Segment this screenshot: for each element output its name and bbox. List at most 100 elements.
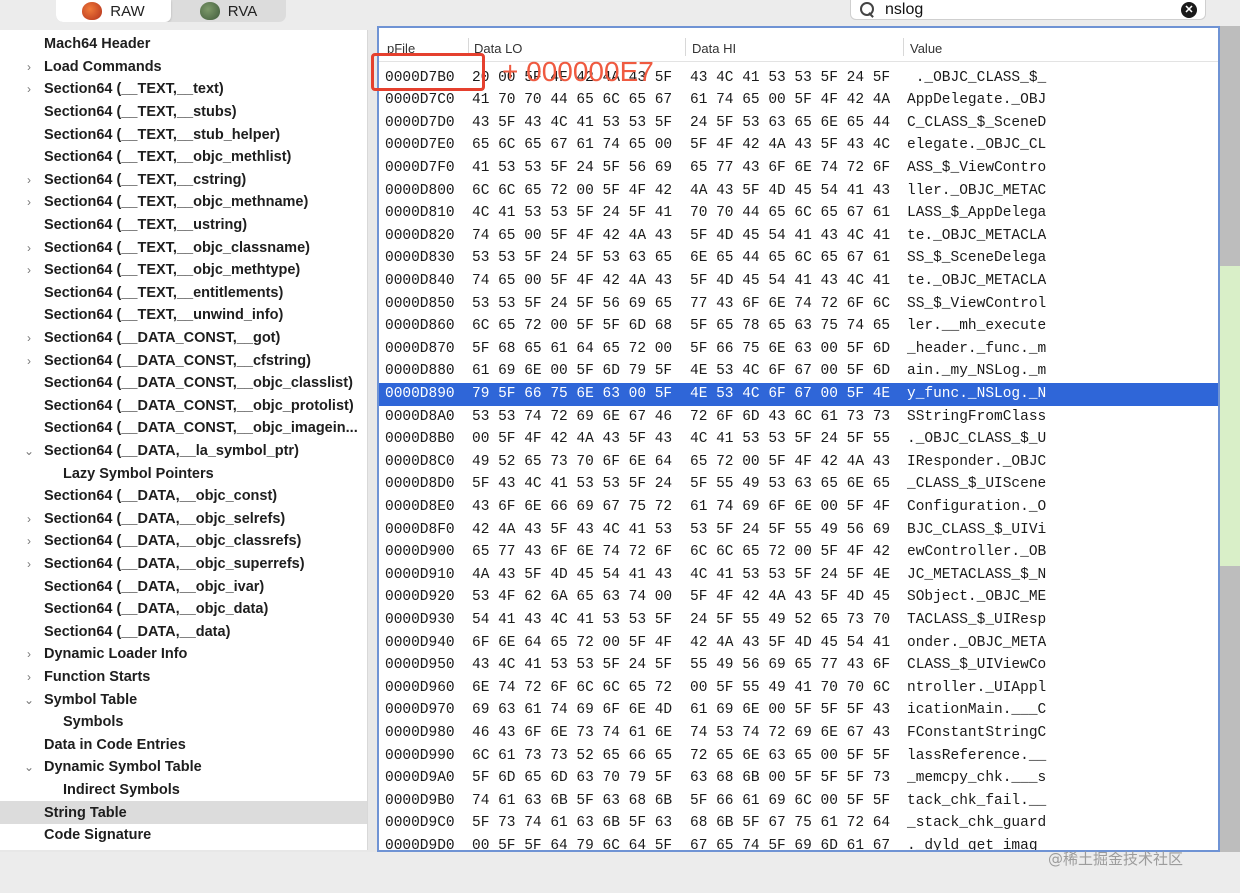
- sidebar-item[interactable]: Section64 (__DATA,__objc_const): [0, 485, 367, 508]
- sidebar-item[interactable]: String Table: [0, 801, 367, 824]
- sidebar-item[interactable]: Section64 (__TEXT,__stubs): [0, 101, 367, 124]
- search-field[interactable]: ✕: [850, 0, 1206, 20]
- table-row[interactable]: 0000D7C0 41 70 70 44 65 6C 65 67 61 74 65 …: [379, 89, 1218, 112]
- table-row[interactable]: 0000D8E0 43 6F 6E 66 69 67 75 72 61 74 69 …: [379, 496, 1218, 519]
- table-row[interactable]: 0000D810 4C 41 53 53 5F 24 5F 41 70 70 44 …: [379, 202, 1218, 225]
- chevron-right-icon[interactable]: ›: [24, 534, 34, 548]
- sidebar-item[interactable]: Lazy Symbol Pointers: [0, 462, 367, 485]
- chevron-right-icon[interactable]: ›: [24, 354, 34, 368]
- sidebar-item[interactable]: Mach64 Header: [0, 33, 367, 56]
- chevron-right-icon[interactable]: ›: [24, 647, 34, 661]
- sidebar-item[interactable]: Data in Code Entries: [0, 734, 367, 757]
- chevron-right-icon[interactable]: ›: [24, 60, 34, 74]
- sidebar-item[interactable]: › Function Starts: [0, 666, 367, 689]
- column-header-value[interactable]: Value: [910, 41, 942, 56]
- sidebar-item[interactable]: › Section64 (__TEXT,__objc_methtype): [0, 259, 367, 282]
- chevron-down-icon[interactable]: ⌄: [24, 693, 34, 707]
- sidebar-item[interactable]: › Section64 (__TEXT,__objc_classname): [0, 236, 367, 259]
- sidebar-item[interactable]: ⌄ Section64 (__DATA,__la_symbol_ptr): [0, 440, 367, 463]
- value-cell: ._OBJC_CLASS_$_U: [907, 431, 1047, 448]
- table-row[interactable]: 0000D800 6C 6C 65 72 00 5F 4F 42 4A 43 5F …: [379, 180, 1218, 203]
- sidebar-item[interactable]: ⌄ Symbol Table: [0, 688, 367, 711]
- chevron-right-icon[interactable]: ›: [24, 263, 34, 277]
- table-row[interactable]: 0000D900 65 77 43 6F 6E 74 72 6F 6C 6C 65 …: [379, 541, 1218, 564]
- table-row[interactable]: 0000D930 54 41 43 4C 41 53 53 5F 24 5F 55 …: [379, 609, 1218, 632]
- sidebar-item[interactable]: Section64 (__DATA,__objc_ivar): [0, 575, 367, 598]
- sidebar-item[interactable]: Section64 (__TEXT,__ustring): [0, 214, 367, 237]
- chevron-right-icon[interactable]: ›: [24, 173, 34, 187]
- hex-table-panel[interactable]: pFile Data LO Data HI Value 0000D7B0 20 0…: [377, 26, 1220, 852]
- column-header-data-hi[interactable]: Data HI: [692, 41, 736, 56]
- sidebar-item[interactable]: › Dynamic Loader Info: [0, 643, 367, 666]
- sidebar-item[interactable]: Section64 (__TEXT,__objc_methlist): [0, 146, 367, 169]
- table-row[interactable]: 0000D860 6C 65 72 00 5F 5F 6D 68 5F 65 78 …: [379, 315, 1218, 338]
- sidebar-item[interactable]: Indirect Symbols: [0, 779, 367, 802]
- chevron-down-icon[interactable]: ⌄: [24, 760, 34, 774]
- table-row[interactable]: 0000D950 43 4C 41 53 53 5F 24 5F 55 49 56 …: [379, 654, 1218, 677]
- chevron-right-icon[interactable]: ›: [24, 512, 34, 526]
- chevron-right-icon[interactable]: ›: [24, 82, 34, 96]
- table-row[interactable]: 0000D9C0 5F 73 74 61 63 6B 5F 63 68 6B 5F …: [379, 812, 1218, 835]
- table-row[interactable]: 0000D970 69 63 61 74 69 6F 6E 4D 61 69 6E …: [379, 699, 1218, 722]
- sidebar-item[interactable]: Section64 (__TEXT,__entitlements): [0, 282, 367, 305]
- table-row[interactable]: 0000D8C0 49 52 65 73 70 6F 6E 64 65 72 00 …: [379, 451, 1218, 474]
- sidebar-item[interactable]: › Section64 (__DATA,__objc_superrefs): [0, 553, 367, 576]
- sidebar-item[interactable]: Code Signature: [0, 824, 367, 847]
- table-row[interactable]: 0000D960 6E 74 72 6F 6C 6C 65 72 00 5F 55 …: [379, 677, 1218, 700]
- sidebar-item[interactable]: › Load Commands: [0, 56, 367, 79]
- raw-tab[interactable]: RAW: [56, 0, 171, 22]
- sidebar-item[interactable]: Section64 (__TEXT,__unwind_info): [0, 304, 367, 327]
- table-row[interactable]: 0000D7E0 65 6C 65 67 61 74 65 00 5F 4F 42 …: [379, 134, 1218, 157]
- table-row[interactable]: 0000D850 53 53 5F 24 5F 56 69 65 77 43 6F …: [379, 293, 1218, 316]
- sidebar-item[interactable]: Section64 (__DATA,__data): [0, 621, 367, 644]
- table-row[interactable]: 0000D9A0 5F 6D 65 6D 63 70 79 5F 63 68 6B …: [379, 767, 1218, 790]
- chevron-right-icon[interactable]: ›: [24, 331, 34, 345]
- sidebar-item[interactable]: › Section64 (__TEXT,__text): [0, 78, 367, 101]
- table-row[interactable]: 0000D840 74 65 00 5F 4F 42 4A 43 5F 4D 45 …: [379, 270, 1218, 293]
- table-row[interactable]: 0000D910 4A 43 5F 4D 45 54 41 43 4C 41 53 …: [379, 564, 1218, 587]
- data-hi-cell: 24 5F 53 63 65 6E 65 44: [690, 114, 891, 131]
- table-row[interactable]: 0000D8B0 00 5F 4F 42 4A 43 5F 43 4C 41 53 …: [379, 428, 1218, 451]
- table-row[interactable]: 0000D8F0 42 4A 43 5F 43 4C 41 53 53 5F 24 …: [379, 519, 1218, 542]
- table-row[interactable]: 0000D9B0 74 61 63 6B 5F 63 68 6B 5F 66 61 …: [379, 790, 1218, 813]
- chevron-down-icon[interactable]: ⌄: [24, 444, 34, 458]
- sidebar-item[interactable]: ⌄ Dynamic Symbol Table: [0, 756, 367, 779]
- sidebar-item-label: Section64 (__DATA,__objc_classrefs): [44, 533, 302, 550]
- sidebar-item[interactable]: › Section64 (__DATA,__objc_classrefs): [0, 530, 367, 553]
- sidebar-item[interactable]: › Section64 (__TEXT,__objc_methname): [0, 191, 367, 214]
- sidebar-item[interactable]: Section64 (__DATA_CONST,__objc_imagein..…: [0, 417, 367, 440]
- table-row[interactable]: 0000D7D0 43 5F 43 4C 41 53 53 5F 24 5F 53 …: [379, 112, 1218, 135]
- chevron-right-icon[interactable]: ›: [24, 557, 34, 571]
- address-mode-toggle[interactable]: RAW RVA: [56, 0, 286, 22]
- table-row[interactable]: 0000D990 6C 61 73 73 52 65 66 65 72 65 6E …: [379, 745, 1218, 768]
- sidebar-item[interactable]: Section64 (__DATA_CONST,__objc_classlist…: [0, 372, 367, 395]
- data-lo-cell: 5F 73 74 61 63 6B 5F 63: [472, 815, 673, 832]
- clear-search-icon[interactable]: ✕: [1181, 1, 1197, 18]
- table-row[interactable]: 0000D940 6F 6E 64 65 72 00 5F 4F 42 4A 43 …: [379, 632, 1218, 655]
- table-row[interactable]: 0000D7F0 41 53 53 5F 24 5F 56 69 65 77 43 …: [379, 157, 1218, 180]
- sidebar-item[interactable]: Symbols: [0, 711, 367, 734]
- value-cell: icationMain.___C: [907, 702, 1047, 719]
- table-row[interactable]: 0000D890 79 5F 66 75 6E 63 00 5F 4E 53 4C …: [379, 383, 1218, 406]
- table-row[interactable]: 0000D830 53 53 5F 24 5F 53 63 65 6E 65 44 …: [379, 247, 1218, 270]
- table-row[interactable]: 0000D870 5F 68 65 61 64 65 72 00 5F 66 75 …: [379, 338, 1218, 361]
- chevron-right-icon[interactable]: ›: [24, 670, 34, 684]
- table-row[interactable]: 0000D8D0 5F 43 4C 41 53 53 5F 24 5F 55 49 …: [379, 473, 1218, 496]
- search-input[interactable]: [885, 0, 1181, 19]
- chevron-right-icon[interactable]: ›: [24, 241, 34, 255]
- sidebar-item-label: Mach64 Header: [44, 36, 151, 53]
- sidebar-item[interactable]: › Section64 (__TEXT,__cstring): [0, 169, 367, 192]
- sidebar-item[interactable]: › Section64 (__DATA,__objc_selrefs): [0, 508, 367, 531]
- sidebar-item[interactable]: Section64 (__TEXT,__stub_helper): [0, 123, 367, 146]
- sidebar-item[interactable]: Section64 (__DATA_CONST,__objc_protolist…: [0, 395, 367, 418]
- table-row[interactable]: 0000D820 74 65 00 5F 4F 42 4A 43 5F 4D 45 …: [379, 225, 1218, 248]
- chevron-right-icon[interactable]: ›: [24, 195, 34, 209]
- table-row[interactable]: 0000D880 61 69 6E 00 5F 6D 79 5F 4E 53 4C …: [379, 360, 1218, 383]
- sidebar-item[interactable]: › Section64 (__DATA_CONST,__got): [0, 327, 367, 350]
- sidebar-item[interactable]: Section64 (__DATA,__objc_data): [0, 598, 367, 621]
- sidebar-item[interactable]: › Section64 (__DATA_CONST,__cfstring): [0, 349, 367, 372]
- table-row[interactable]: 0000D980 46 43 6F 6E 73 74 61 6E 74 53 74 …: [379, 722, 1218, 745]
- rva-tab[interactable]: RVA: [171, 0, 286, 22]
- table-row[interactable]: 0000D920 53 4F 62 6A 65 63 74 00 5F 4F 42 …: [379, 586, 1218, 609]
- table-row[interactable]: 0000D8A0 53 53 74 72 69 6E 67 46 72 6F 6D …: [379, 406, 1218, 429]
